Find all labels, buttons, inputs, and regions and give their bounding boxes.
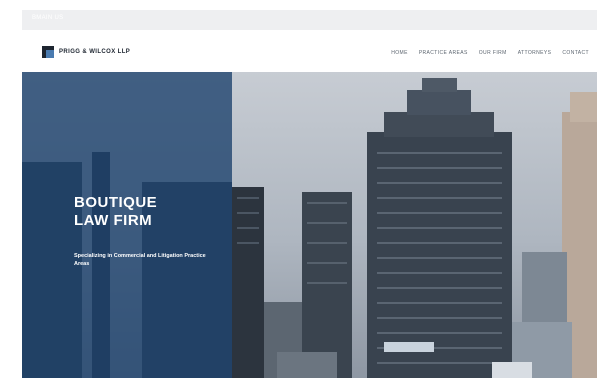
hero-banner: BOUTIQUE LAW FIRM Specializing in Commer…	[22, 72, 597, 378]
hero-title-line-2: LAW FIRM	[74, 212, 153, 229]
hero-subtitle: Specializing in Commercial and Litigatio…	[74, 253, 206, 267]
nav-item-our-firm[interactable]: OUR FIRM	[479, 50, 507, 56]
logo-mark-icon	[42, 46, 54, 58]
site-header: PRIGG & WILCOX LLP HOME PRACTICE AREAS O…	[22, 36, 597, 72]
nav-item-practice-areas[interactable]: PRACTICE AREAS	[419, 50, 468, 56]
main-nav: HOME PRACTICE AREAS OUR FIRM ATTORNEYS C…	[391, 50, 589, 56]
site-logo[interactable]: PRIGG & WILCOX LLP	[42, 46, 130, 58]
top-bar: BMAIN US	[22, 10, 597, 30]
hero-title: BOUTIQUE LAW FIRM	[74, 194, 224, 230]
page: BMAIN US PRIGG & WILCOX LLP HOME PRACTIC…	[0, 0, 599, 378]
hero-title-line-1: BOUTIQUE	[74, 194, 158, 211]
logo-text: PRIGG & WILCOX LLP	[59, 49, 131, 55]
nav-item-contact[interactable]: CONTACT	[562, 50, 589, 56]
top-bar-text: BMAIN US	[32, 15, 64, 21]
nav-item-attorneys[interactable]: ATTORNEYS	[518, 50, 552, 56]
nav-item-home[interactable]: HOME	[391, 50, 408, 56]
